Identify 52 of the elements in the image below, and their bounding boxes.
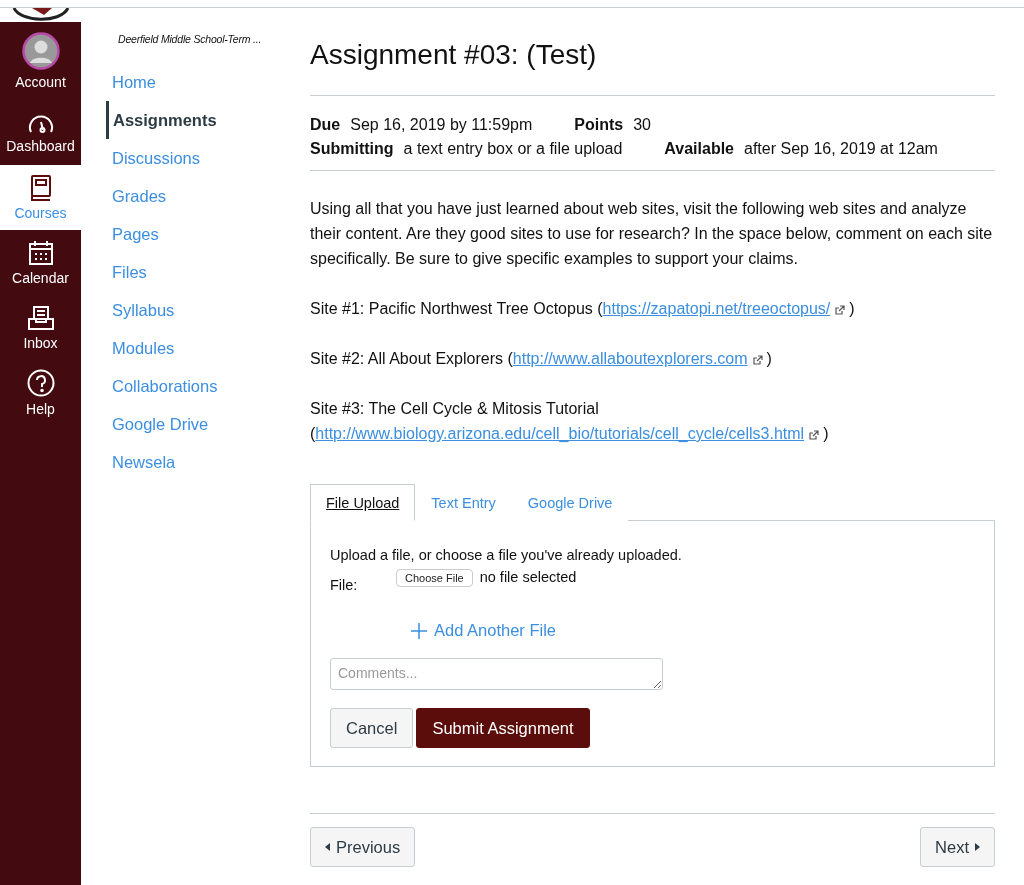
site-link[interactable]: http://www.biology.arizona.edu/cell_bio/tutorials/cell_cycle/cells3.html [315,425,805,442]
course-nav-link[interactable]: Pages [106,215,159,253]
course-nav-link[interactable]: Assignments [106,101,217,139]
avatar-icon [21,32,60,70]
detail-value: Sep 16, 2019 by 11:59pm [350,116,533,134]
site-line: Site #2: All About Explorers (http://www.allaboutexplorers.com ) [310,349,773,369]
next-button[interactable]: Next [920,827,995,867]
add-file-link[interactable]: Add Another File [410,621,556,640]
plus-icon [410,621,428,640]
file-label: File: [330,577,359,593]
course-title: Deerfield Middle School-Term ... [118,33,263,45]
course-nav-link[interactable]: Grades [106,177,167,215]
upload-instructions: Upload a file, or choose a file you've already uploaded. [330,547,683,563]
logo-drawing[interactable] [11,8,70,22]
assignment-description: Using all that you have just learned about web sites, visit the following web sites and analyze their content. Are they good sites to use for research? In the space below, comment on each site specifically. Be sure to give specific examples to support your claims. [310,199,994,269]
detail-value: 30 [633,116,651,134]
site-line: Site #1: Pacific Northwest Tree Octopus (https://zapatopi.net/treeoctopus/ ) [310,299,856,319]
course-nav-link[interactable]: Home [106,63,156,101]
choose-file-button[interactable]: Choose File [396,569,473,587]
course-nav-link[interactable]: Newsela [106,443,176,481]
course-nav-link[interactable]: Syllabus [106,291,175,329]
submission-tab[interactable]: File Upload [310,484,416,521]
cancel-button[interactable]: Cancel [330,708,414,748]
site-line: Site #3: The Cell Cycle & Mitosis Tutorial (http://www.biology.arizona.edu/cell_bio/tutorials/cell_cycle/cells3.html ) [310,399,830,444]
course-nav-link[interactable]: Google Drive [106,405,209,443]
inbox-icon [26,304,55,331]
comments-field[interactable]: Comments... [330,658,663,690]
caret-right-icon [975,843,980,851]
course-nav-link[interactable]: Collaborations [106,367,218,405]
previous-button[interactable]: Previous [310,827,416,867]
detail-value: after Sep 16, 2019 at 12am [744,140,938,158]
detail-value: a text entry box or a file upload [403,140,623,158]
assignment-title: Assignment #03: (Test) [310,39,598,72]
submit-button[interactable]: Submit Assignment [416,708,590,748]
external-link-icon [835,305,846,315]
external-link-icon [752,355,763,365]
detail-label: Due [310,116,341,134]
caret-left-icon [325,843,330,851]
course-nav-link[interactable]: Modules [106,329,175,367]
calendar-icon [27,239,54,266]
course-nav-link[interactable]: Discussions [106,139,201,177]
detail-label: Points [574,116,624,134]
book-icon [29,174,52,201]
file-status: no file selected [479,569,577,585]
site-link[interactable]: https://zapatopi.net/treeoctopus/ [602,300,831,317]
site-link[interactable]: http://www.allaboutexplorers.com [512,350,748,367]
detail-label: Available [664,140,734,158]
detail-label: Submitting [310,140,394,158]
course-nav-link[interactable]: Files [106,253,147,291]
external-link-icon [809,430,820,440]
global-nav-item[interactable]: Courses [0,165,81,230]
help-icon [26,368,55,397]
